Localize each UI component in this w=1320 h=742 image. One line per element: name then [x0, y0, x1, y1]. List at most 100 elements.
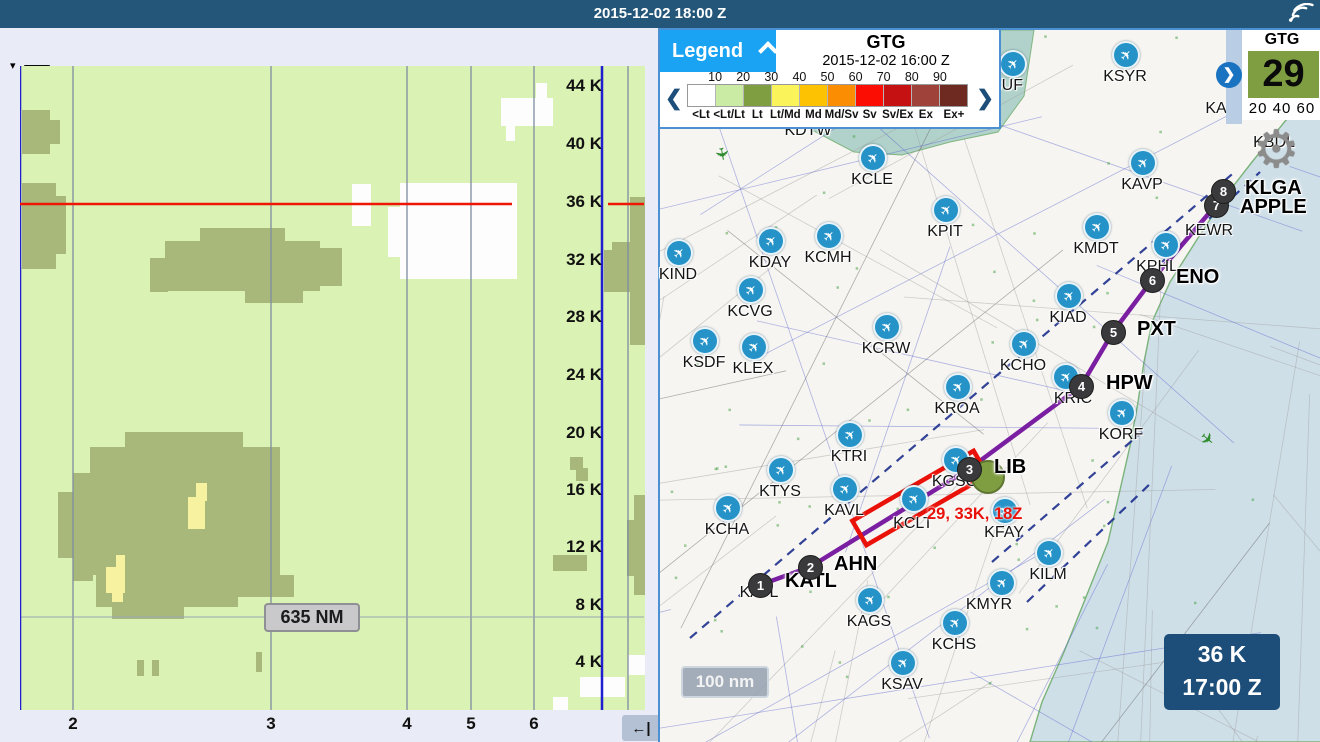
legend-toggle-button[interactable]: Legend — [660, 30, 776, 72]
airport-label: KSAV — [881, 676, 923, 694]
airport-icon[interactable]: ✈ — [1129, 149, 1157, 177]
airport-icon[interactable]: ✈ — [815, 222, 843, 250]
panel-expand-button[interactable]: ❯ — [1216, 62, 1242, 88]
legend-prev-button[interactable]: ❮ — [665, 86, 683, 111]
airplane-icon: ✈ — [666, 240, 691, 265]
airplane-icon: ✈ — [874, 314, 899, 339]
airport-icon[interactable]: ✈ — [831, 475, 859, 503]
airport-icon[interactable]: ✈ — [941, 609, 969, 637]
waypoint-circle[interactable]: 6 — [1140, 268, 1165, 293]
airplane-icon: ✈ — [945, 374, 970, 399]
airport-icon[interactable]: ✈ — [836, 421, 864, 449]
legend-cell-label: <Lt/Lt — [713, 109, 745, 121]
airplane-icon: ✈ — [1056, 283, 1081, 308]
airplane-icon: ✈ — [1153, 232, 1178, 257]
legend-cell-label: <Lt — [692, 109, 710, 121]
airport-icon[interactable]: ✈ — [1055, 282, 1083, 310]
airplane-icon: ✈ — [890, 650, 915, 675]
legend-cell — [911, 85, 939, 106]
legend-tick: 90 — [933, 70, 947, 84]
map-scale: 100 nm — [681, 666, 769, 698]
legend-cell-label: Md — [805, 109, 822, 121]
chevron-up-icon — [758, 41, 778, 61]
airport-label: KPIT — [927, 223, 963, 241]
airport-label: KCHA — [705, 521, 749, 539]
airport-icon[interactable]: ✈ — [932, 196, 960, 224]
airport-label: KA — [1205, 100, 1226, 118]
legend-cell — [688, 85, 715, 106]
airport-label: KCHO — [1000, 357, 1046, 375]
airplane-icon: ✈ — [857, 587, 882, 612]
airport-label: KAGS — [847, 613, 891, 631]
airport-icon[interactable]: ✈ — [1108, 399, 1136, 427]
airport-icon[interactable]: ✈ — [859, 144, 887, 172]
airport-icon[interactable]: ✈ — [889, 649, 917, 677]
prev-leg-button[interactable]: ←| — [631, 720, 650, 737]
airport-icon[interactable]: ✈ — [873, 313, 901, 341]
airport-icon[interactable]: ✈ — [665, 239, 693, 267]
distance-label: 2 — [68, 714, 77, 734]
airport-icon[interactable]: ✈ — [988, 569, 1016, 597]
airport-label: KTRI — [831, 448, 867, 466]
waypoint-circle[interactable]: 3 — [957, 457, 982, 482]
waypoint-circle[interactable]: 1 — [748, 573, 773, 598]
airport-icon[interactable]: ✈ — [767, 456, 795, 484]
waypoint-label: LIB — [994, 456, 1026, 479]
legend-cell-label: Lt — [752, 109, 763, 121]
gtg-value-panel: GTG 29 20 40 60 — [1242, 30, 1320, 120]
airport-icon[interactable]: ✈ — [757, 227, 785, 255]
gtg-value: 29 — [1248, 51, 1319, 98]
waypoint-circle[interactable]: 8 — [1211, 179, 1236, 204]
distance-label: 3 — [266, 714, 275, 734]
altitude-label: 12 K — [530, 537, 602, 557]
airport-icon[interactable]: ✈ — [1152, 231, 1180, 259]
legend-tick: 60 — [849, 70, 863, 84]
airport-icon[interactable]: ✈ — [1010, 330, 1038, 358]
waypoint-circle[interactable]: 2 — [798, 555, 823, 580]
airport-label: KSDF — [683, 354, 726, 372]
waypoint-label: AHN — [834, 553, 877, 576]
airport-icon[interactable]: ✈ — [1083, 213, 1111, 241]
airport-label: KIAD — [1049, 309, 1086, 327]
legend-tick: 70 — [877, 70, 891, 84]
turbulence-annotation: 29, 33K, 18Z — [927, 505, 1022, 524]
legend-cell-label: Ex — [919, 109, 933, 121]
airport-icon[interactable]: ✈ — [944, 373, 972, 401]
airport-label: KMDT — [1073, 240, 1118, 258]
airport-icon[interactable]: ✈ — [1112, 41, 1140, 69]
legend-cell — [743, 85, 771, 106]
airport-label: KFAY — [984, 524, 1024, 542]
airport-label: KAVP — [1121, 176, 1163, 194]
airport-icon[interactable]: ✈ — [856, 586, 884, 614]
settings-gear-icon[interactable]: ⚙ — [1253, 124, 1300, 176]
legend-tick: 40 — [792, 70, 806, 84]
airport-label: KCMH — [804, 249, 851, 267]
airplane-icon: ✈ — [942, 610, 967, 635]
gtg-app: 2015-12-02 18:00 Z ▾ GTG KATL➔KLGA gener… — [0, 0, 1320, 742]
distance-label: 5 — [466, 714, 475, 734]
airport-icon[interactable]: ✈ — [714, 494, 742, 522]
cross-section-header: ▾ GTG KATL➔KLGA generated at 2015-12-02 … — [0, 28, 658, 66]
legend-next-button[interactable]: ❯ — [976, 86, 994, 111]
airport-icon[interactable]: ✈ — [999, 50, 1027, 78]
airport-icon[interactable]: ✈ — [691, 327, 719, 355]
altitude-label: 24 K — [530, 365, 602, 385]
waypoint-circle[interactable]: 5 — [1101, 320, 1126, 345]
altitude-time-badge: 36 K 17:00 Z — [1164, 634, 1280, 710]
airport-icon[interactable]: ✈ — [900, 485, 928, 513]
legend-panel: Legend GTG 2015-12-02 16:00 Z 1020304050… — [660, 30, 1001, 129]
airport-icon[interactable]: ✈ — [1035, 539, 1063, 567]
airport-icon[interactable]: ✈ — [740, 333, 768, 361]
wifi-icon — [1286, 3, 1314, 25]
airplane-icon: ✈ — [1109, 400, 1134, 425]
airplane-icon: ✈ — [715, 495, 740, 520]
legend-cell — [799, 85, 827, 106]
airplane-icon: ✈ — [768, 457, 793, 482]
map-panel[interactable]: ✈✈ KDTW✈KCLE✈KPIT✈KCMH✈KDAY✈KIND✈KCVG✈KS… — [658, 28, 1320, 742]
airport-icon[interactable]: ✈ — [737, 276, 765, 304]
airport-label: KEWR — [1185, 222, 1233, 240]
airport-label: KCLE — [851, 171, 893, 189]
cross-section-chart[interactable]: 44 K40 K36 K32 K28 K24 K20 K16 K12 K8 K4… — [20, 66, 645, 710]
airport-label: KTYS — [759, 483, 801, 501]
waypoint-circle[interactable]: 4 — [1069, 374, 1094, 399]
